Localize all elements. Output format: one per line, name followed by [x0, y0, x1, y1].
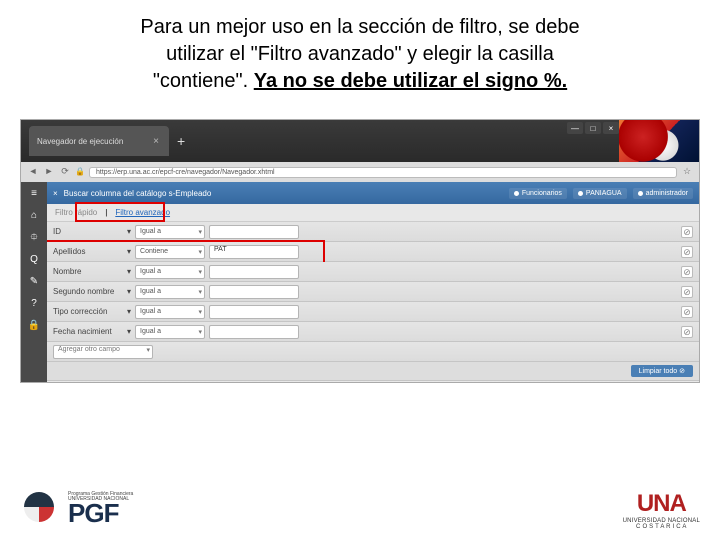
value-input[interactable]	[209, 305, 299, 319]
address-bar: ◄ ► ⟳ 🔒 https://erp.una.ac.cr/epcf-cre/n…	[21, 162, 699, 182]
slide-footer: Programa Gestión Financiera UNIVERSIDAD …	[0, 462, 720, 530]
instruction-text: Para un mejor uso en la sección de filtr…	[0, 0, 720, 95]
tab-filtro-avanzado[interactable]: Filtro avanzado	[115, 208, 170, 217]
pgf-mark-icon	[20, 488, 62, 530]
operator-select[interactable]: Contiene	[135, 245, 205, 259]
lock-icon: 🔒	[75, 167, 85, 177]
help-icon[interactable]: ?	[27, 298, 41, 310]
filter-row: Fecha nacimient ▾ Igual a ⊘	[47, 322, 699, 342]
forward-icon[interactable]: ►	[43, 166, 55, 178]
app-screenshot: Navegador de ejecución × + — □ × ◄ ► ⟳ 🔒…	[20, 119, 700, 383]
value-input[interactable]	[209, 225, 299, 239]
edit-icon[interactable]: ✎	[27, 276, 41, 288]
clear-icon[interactable]: ⊘	[681, 306, 693, 318]
value-input[interactable]: PAT	[209, 245, 299, 259]
filter-rows: ID ▾ Igual a ⊘ Apellidos ▾ Contiene PAT …	[47, 222, 699, 382]
bookmark-icon[interactable]: ☆	[681, 166, 693, 178]
filter-row: Segundo nombre ▾ Igual a ⊘	[47, 282, 699, 302]
operator-select[interactable]: Igual a	[135, 325, 205, 339]
minimize-icon[interactable]: —	[567, 122, 583, 134]
clear-icon[interactable]: ⊘	[681, 286, 693, 298]
clear-all-button[interactable]: Limpiar todo ⊘	[631, 365, 693, 377]
value-input[interactable]	[209, 265, 299, 279]
url-field[interactable]: https://erp.una.ac.cr/epcf-cre/navegador…	[89, 167, 677, 178]
tab-title: Navegador de ejecución	[37, 137, 145, 146]
hdr-user[interactable]: PANIAGUA	[573, 188, 627, 199]
actions-row: Limpiar todo ⊘	[47, 362, 699, 380]
search-icon[interactable]: Q	[27, 254, 41, 266]
pgf-logo: Programa Gestión Financiera UNIVERSIDAD …	[20, 488, 133, 530]
filter-row: Tipo corrección ▾ Igual a ⊘	[47, 302, 699, 322]
close-window-icon[interactable]: ×	[603, 122, 619, 134]
clear-icon[interactable]: ⊘	[681, 266, 693, 278]
add-field-row: Agregar otro campo	[47, 342, 699, 362]
window-controls: — □ ×	[567, 122, 619, 134]
value-input[interactable]	[209, 285, 299, 299]
lock-sidebar-icon[interactable]: 🔒	[27, 320, 41, 332]
maximize-icon[interactable]: □	[585, 122, 601, 134]
results-header: ID Apellidos Nombre Segundo nombre Tipo …	[47, 380, 699, 382]
operator-select[interactable]: Igual a	[135, 305, 205, 319]
filter-tabs: Filtro rápido | Filtro avanzado	[47, 204, 699, 222]
tab-filtro-rapido[interactable]: Filtro rápido	[55, 208, 97, 217]
clear-icon[interactable]: ⊘	[681, 246, 693, 258]
back-icon[interactable]: ◄	[27, 166, 39, 178]
page-header: × Buscar columna del catálogo s-Empleado…	[47, 182, 699, 204]
add-field-select[interactable]: Agregar otro campo	[53, 345, 153, 359]
browser-tab[interactable]: Navegador de ejecución ×	[29, 126, 169, 156]
hdr-funcionarios[interactable]: Funcionarios	[509, 188, 567, 199]
hdr-role[interactable]: administrador	[633, 188, 693, 199]
costa-rica-flag-graphic	[619, 120, 699, 162]
reload-icon[interactable]: ⟳	[59, 166, 71, 178]
page-title: Buscar columna del catálogo s-Empleado	[64, 189, 503, 198]
new-tab-button[interactable]: +	[177, 133, 185, 149]
browser-chrome: Navegador de ejecución × + — □ ×	[21, 120, 699, 162]
una-logo: UNA UNIVERSIDAD NACIONAL C O S T A R I C…	[623, 490, 700, 530]
filter-row: ID ▾ Igual a ⊘	[47, 222, 699, 242]
clear-icon[interactable]: ⊘	[681, 226, 693, 238]
operator-select[interactable]: Igual a	[135, 265, 205, 279]
close-icon[interactable]: ×	[151, 136, 161, 146]
clear-icon[interactable]: ⊘	[681, 326, 693, 338]
home-icon[interactable]: ⌂	[27, 210, 41, 222]
menu-icon[interactable]: ≡	[27, 188, 41, 200]
left-sidebar: ≡ ⌂ ⯐ Q ✎ ? 🔒	[21, 182, 47, 382]
operator-select[interactable]: Igual a	[135, 225, 205, 239]
value-input[interactable]	[209, 325, 299, 339]
close-panel-icon[interactable]: ×	[53, 189, 58, 198]
filter-row: Apellidos ▾ Contiene PAT ⊘	[47, 242, 699, 262]
operator-select[interactable]: Igual a	[135, 285, 205, 299]
filter-row: Nombre ▾ Igual a ⊘	[47, 262, 699, 282]
target-icon[interactable]: ⯐	[27, 232, 41, 244]
